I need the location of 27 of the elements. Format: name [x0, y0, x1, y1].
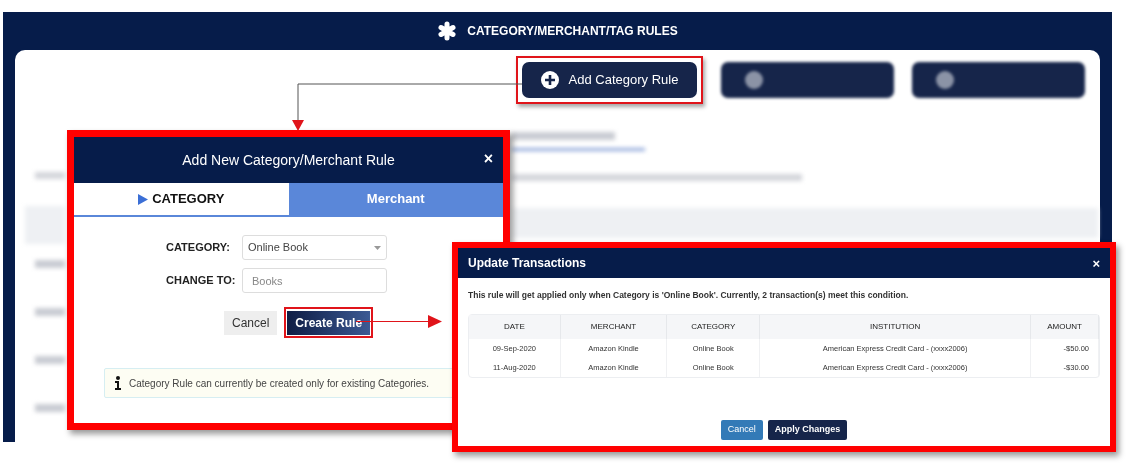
info-text: Category Rule can currently be created only for existing Categories. [129, 376, 430, 391]
field-label: CATEGORY: [166, 240, 231, 256]
info-icon [115, 376, 121, 390]
cancel-button[interactable]: Cancel [720, 420, 763, 440]
triangle-icon [138, 193, 149, 205]
plus-icon [540, 71, 559, 89]
close-button[interactable]: × [1092, 256, 1100, 270]
column-header: INSTITUTION [760, 314, 1032, 339]
dialog-tab[interactable]: Merchant [288, 183, 503, 215]
dialog-title: Add New Category/Merchant Rule [182, 150, 395, 170]
column-header: CATEGORY [667, 314, 761, 339]
close-button[interactable]: × [483, 151, 493, 167]
column-header: AMOUNT [1031, 314, 1099, 339]
column-header: DATE [469, 314, 561, 339]
column-header: MERCHANT [560, 314, 668, 339]
dropdown-icon [374, 245, 381, 250]
cancel-button[interactable]: Cancel [224, 311, 278, 335]
create-rule-button[interactable]: Create Rule [287, 311, 371, 335]
category-select[interactable]: Online Book [242, 235, 387, 260]
asterisk-icon [437, 21, 458, 41]
dialog-title: Update Transactions [468, 255, 587, 272]
change-to-field[interactable]: Books [242, 268, 387, 293]
condition-message: This rule will get applied only when Category is 'Online Book'. Currently, 2 transaction(s) meet this condition. [467, 289, 910, 302]
add-category-rule-button[interactable]: Add Category Rule [522, 62, 697, 98]
page-title: CATEGORY/MERCHANT/TAG RULES [467, 23, 678, 40]
apply-changes-button[interactable]: Apply Changes [767, 420, 848, 440]
field-label: CHANGE TO: [166, 273, 237, 289]
